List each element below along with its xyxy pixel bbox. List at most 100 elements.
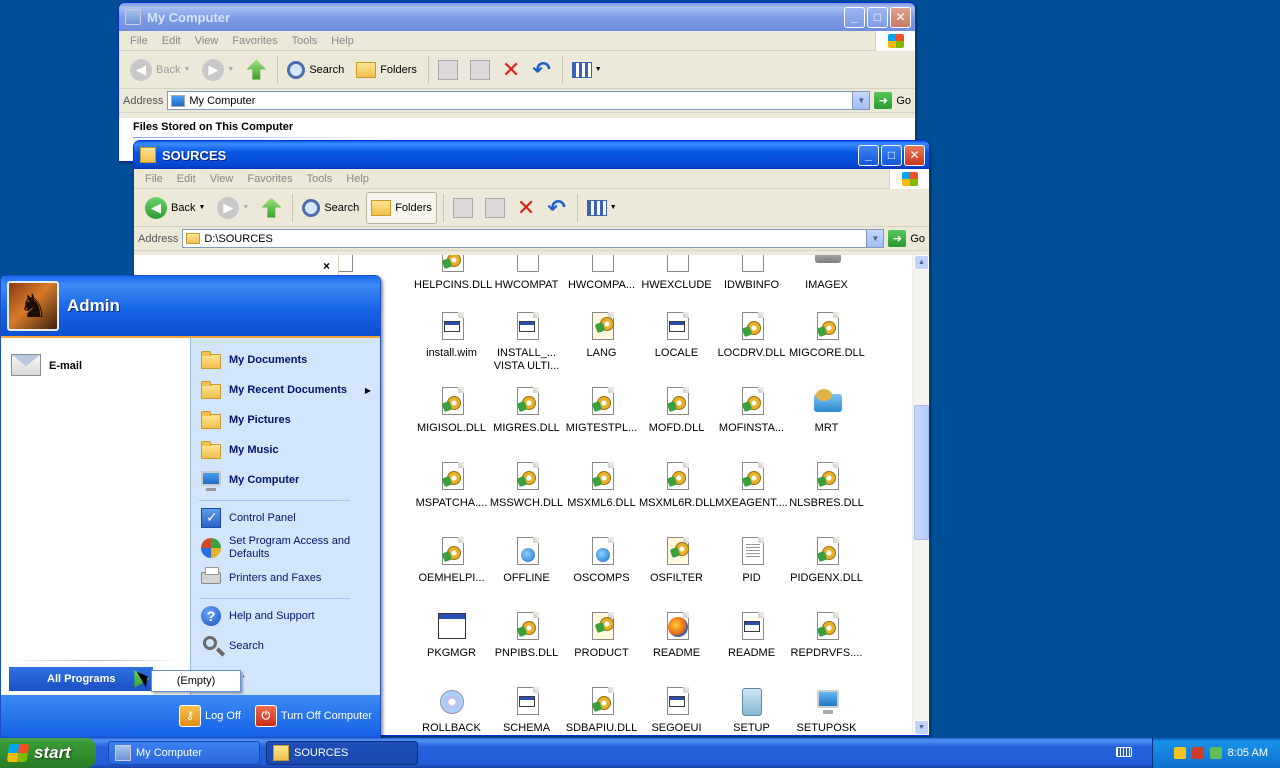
file-item[interactable]: PID bbox=[714, 536, 789, 585]
file-item[interactable]: HWCOMPAT bbox=[489, 255, 564, 292]
up-folder-button[interactable] bbox=[256, 192, 286, 224]
file-item[interactable]: OEMHELPI... bbox=[414, 536, 489, 585]
address-input[interactable]: D:\SOURCES ▼ bbox=[182, 229, 885, 248]
file-item[interactable]: SETUPOSK bbox=[789, 686, 864, 735]
address-input[interactable]: My Computer ▼ bbox=[167, 91, 871, 110]
file-item[interactable]: OSFILTER bbox=[639, 536, 714, 585]
file-item[interactable]: MIGCORE.DLL bbox=[789, 311, 865, 360]
my-recent-documents-item[interactable]: My Recent Documents ▶ bbox=[199, 378, 371, 402]
go-button[interactable]: ➜ Go bbox=[888, 230, 925, 247]
menu-file[interactable]: File bbox=[123, 35, 155, 47]
control-panel-item[interactable]: Control Panel bbox=[199, 506, 296, 530]
file-item[interactable]: MIGISOL.DLL bbox=[414, 386, 489, 435]
file-item[interactable]: README bbox=[714, 611, 789, 660]
my-computer-window[interactable]: My Computer _ □ ✕ File Edit View Favorit… bbox=[118, 2, 916, 162]
file-item[interactable]: MRT bbox=[789, 386, 864, 435]
file-item[interactable]: LOCALE bbox=[639, 311, 714, 360]
maximize-button[interactable]: □ bbox=[881, 144, 902, 166]
maximize-button[interactable]: □ bbox=[867, 6, 888, 28]
search-button[interactable]: Search bbox=[282, 54, 349, 86]
menu-help[interactable]: Help bbox=[339, 173, 376, 185]
menu-edit[interactable]: Edit bbox=[155, 35, 188, 47]
undo-button[interactable]: ↶ bbox=[527, 54, 555, 86]
file-item[interactable]: MSPATCHA.... bbox=[414, 461, 489, 510]
file-item[interactable]: PNPIBS.DLL bbox=[489, 611, 564, 660]
close-pane-button[interactable]: × bbox=[323, 259, 330, 273]
back-button[interactable]: ◀ Back ▼ bbox=[140, 192, 210, 224]
scroll-thumb[interactable] bbox=[914, 405, 929, 540]
taskbar-button-my-computer[interactable]: My Computer bbox=[108, 741, 260, 765]
file-item[interactable]: MSSWCH.DLL bbox=[489, 461, 564, 510]
file-item[interactable]: MIGRES.DLL bbox=[489, 386, 564, 435]
file-item[interactable]: HWCOMPA... bbox=[564, 255, 639, 292]
minimize-button[interactable]: _ bbox=[858, 144, 879, 166]
my-computer-item[interactable]: My Computer bbox=[199, 468, 299, 492]
file-item[interactable]: PKGMGR bbox=[414, 611, 489, 660]
file-item[interactable]: ROLLBACK bbox=[414, 686, 489, 735]
file-item[interactable]: PRODUCT bbox=[564, 611, 639, 660]
back-button[interactable]: ◀ Back ▼ bbox=[125, 54, 195, 86]
menu-favorites[interactable]: Favorites bbox=[240, 173, 299, 185]
menu-favorites[interactable]: Favorites bbox=[225, 35, 284, 47]
move-to-button[interactable] bbox=[433, 54, 463, 86]
file-item[interactable]: MSXML6R.DLL bbox=[639, 461, 715, 510]
file-item[interactable]: OFFLINE bbox=[489, 536, 564, 585]
my-documents-item[interactable]: My Documents bbox=[199, 348, 307, 372]
vertical-scrollbar[interactable]: ▲ ▼ bbox=[912, 255, 929, 735]
file-item[interactable]: MXEAGENT.... bbox=[714, 461, 789, 510]
close-button[interactable]: ✕ bbox=[904, 144, 925, 166]
file-item[interactable]: IDWBINFO bbox=[714, 255, 789, 292]
network-icon[interactable] bbox=[1209, 747, 1222, 759]
move-to-button[interactable] bbox=[448, 192, 478, 224]
file-item[interactable]: IMAGEX bbox=[789, 255, 864, 292]
file-item[interactable]: SEGOEUI bbox=[639, 686, 714, 735]
log-off-button[interactable]: ⚷ Log Off bbox=[179, 705, 241, 727]
set-program-access-item[interactable]: Set Program Access and Defaults bbox=[199, 535, 350, 561]
all-programs-button[interactable]: All Programs bbox=[9, 667, 153, 691]
help-item[interactable]: ? Help and Support bbox=[199, 604, 315, 628]
search-item[interactable]: Search bbox=[199, 634, 264, 658]
scroll-down-button[interactable]: ▼ bbox=[914, 720, 929, 735]
file-item[interactable]: OSCOMPS bbox=[564, 536, 639, 585]
menu-view[interactable]: View bbox=[188, 35, 226, 47]
printers-item[interactable]: Printers and Faxes bbox=[199, 566, 321, 590]
security-alert-icon[interactable] bbox=[1191, 747, 1204, 759]
file-item[interactable]: README bbox=[639, 611, 714, 660]
address-dropdown-button[interactable]: ▼ bbox=[866, 230, 884, 247]
forward-button[interactable]: ▶ ▼ bbox=[197, 54, 239, 86]
views-button[interactable]: ▼ bbox=[582, 192, 622, 224]
scroll-up-button[interactable]: ▲ bbox=[914, 255, 929, 270]
file-item[interactable]: MOFD.DLL bbox=[639, 386, 714, 435]
go-button[interactable]: ➜ Go bbox=[874, 92, 911, 109]
file-item[interactable]: LOCDRV.DLL bbox=[714, 311, 789, 360]
my-computer-titlebar[interactable]: My Computer _ □ ✕ bbox=[119, 3, 915, 31]
avatar[interactable] bbox=[7, 281, 59, 331]
menu-file[interactable]: File bbox=[138, 173, 170, 185]
menu-help[interactable]: Help bbox=[324, 35, 361, 47]
file-item[interactable]: HELPCINS.DLL bbox=[414, 255, 492, 292]
copy-to-button[interactable] bbox=[480, 192, 510, 224]
file-item[interactable]: MOFINSTA... bbox=[714, 386, 789, 435]
file-item[interactable]: INSTALL_... VISTA ULTI... bbox=[489, 311, 564, 373]
address-dropdown-button[interactable]: ▼ bbox=[852, 92, 870, 109]
file-item[interactable]: NLSBRES.DLL bbox=[789, 461, 864, 510]
menu-view[interactable]: View bbox=[203, 173, 241, 185]
menu-tools[interactable]: Tools bbox=[285, 35, 325, 47]
delete-button[interactable]: ✕ bbox=[497, 54, 525, 86]
search-button[interactable]: Search bbox=[297, 192, 364, 224]
up-folder-button[interactable] bbox=[241, 54, 271, 86]
file-item[interactable]: SDBAPIU.DLL bbox=[564, 686, 639, 735]
folders-button[interactable]: Folders bbox=[351, 54, 422, 86]
turn-off-button[interactable]: ⏻ Turn Off Computer bbox=[254, 705, 372, 727]
file-item[interactable]: LANG bbox=[564, 311, 639, 360]
forward-button[interactable]: ▶ ▼ bbox=[212, 192, 254, 224]
shield-icon[interactable] bbox=[1173, 747, 1186, 759]
menu-tools[interactable]: Tools bbox=[300, 173, 340, 185]
file-item[interactable]: PIDGENX.DLL bbox=[789, 536, 864, 585]
file-item[interactable]: REPDRVFS.... bbox=[789, 611, 864, 660]
menu-edit[interactable]: Edit bbox=[170, 173, 203, 185]
keyboard-icon[interactable] bbox=[1116, 747, 1132, 757]
close-button[interactable]: ✕ bbox=[890, 6, 911, 28]
copy-to-button[interactable] bbox=[465, 54, 495, 86]
file-item[interactable]: install.wim bbox=[414, 311, 489, 360]
